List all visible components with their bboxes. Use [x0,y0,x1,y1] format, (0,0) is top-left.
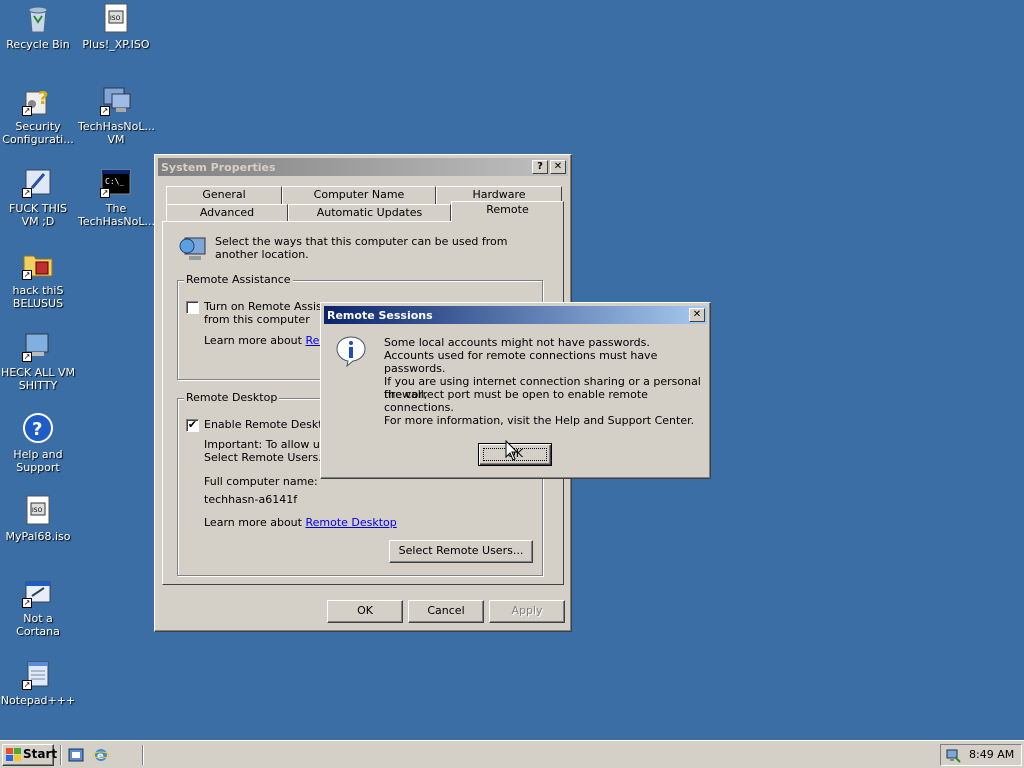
tab-remote[interactable]: Remote [451,201,564,222]
desktop-icon-label: Notepad+++ [0,694,76,707]
system-tray: 8:49 AM [940,744,1022,766]
information-icon [335,335,367,368]
message-line-1: Some local accounts might not have passw… [384,336,650,349]
recycle-bin-icon [22,2,54,34]
dialog-title: Remote Sessions [327,308,433,322]
desktop-icon-label: Help and Support [13,448,63,474]
full-computer-name-label: Full computer name: [204,475,318,488]
network-tray-icon[interactable] [945,747,961,763]
windows-logo-icon [6,748,21,762]
select-remote-users-button[interactable]: Select Remote Users... [389,540,533,563]
svg-text:?: ? [38,88,48,109]
desktop-icon-security-configuration[interactable]: ? ↗ Security Configurati... [0,84,76,146]
quicklaunch-ie-icon[interactable]: e [92,747,110,763]
start-button[interactable]: Start [2,744,58,766]
quicklaunch-desktop-icon[interactable] [68,747,84,763]
computer-icon: ↗ [22,330,54,362]
ok-button[interactable]: OK [327,600,403,623]
taskbar: Start e 8:49 AM [0,740,1024,768]
window-title: System Properties [161,160,276,174]
remote-desktop-label[interactable]: Enable Remote Desktop [204,418,336,431]
message-line-5: For more information, visit the Help and… [384,414,695,427]
desktop-icon-label: The TechHasNoL... [78,202,155,228]
desktop-icon-not-a-cortana[interactable]: ↗ Not a Cortana [0,576,76,638]
clock[interactable]: 8:49 AM [969,748,1014,761]
mouse-cursor-icon [505,439,519,462]
remote-assistance-title: Remote Assistance [184,273,293,286]
remote-computer-icon [177,232,209,264]
message-line-4: the correct port must be open to enable … [384,388,648,414]
help-button[interactable]: ? [532,160,548,174]
desktop-icon-label: TechHasNoL... VM [78,120,155,146]
tab-advanced[interactable]: Advanced [166,204,288,222]
apply-button[interactable]: Apply [489,600,565,623]
svg-text:ISO: ISO [110,15,121,22]
tab-automatic-updates[interactable]: Automatic Updates [288,204,451,222]
taskbar-separator [142,745,144,765]
security-config-icon: ? ↗ [22,88,49,116]
desktop-icon-hack-this[interactable]: ↗ hack thiS BELUSUS [0,248,76,310]
desktop-icon-fuck-this-vm[interactable]: ↗ FUCK THIS VM ;D [0,166,76,228]
full-computer-name-value: techhasn-a6141f [204,493,298,506]
remote-sessions-titlebar[interactable]: Remote Sessions ✕ [324,306,707,324]
desktop-icon-label: MyPal68.iso [5,530,71,543]
help-icon: ? [22,412,54,444]
desktop-icon-label: Security Configurati... [2,120,74,146]
system-properties-titlebar[interactable]: System Properties ? ✕ [158,158,568,176]
computer-icon: ↗ [100,84,132,116]
desktop-icon-label: Recycle Bin [6,38,70,51]
svg-text:C:\_: C:\_ [105,177,124,186]
intro-text: Select the ways that this computer can b… [215,235,508,261]
start-label: Start [23,747,58,761]
close-button[interactable]: ✕ [689,308,705,322]
remote-desktop-learn-more: Learn more about Remote Desktop [204,516,397,529]
notepad-icon: ↗ [22,658,54,690]
desktop-icon-heck-all-vm[interactable]: ↗ HECK ALL VM SHITTY [0,330,76,392]
desktop-icon-label: Not a Cortana [16,612,60,638]
command-prompt-icon: C:\_ ↗ [100,166,132,198]
iso-file-icon: ISO [22,494,54,526]
important-line2: Select Remote Users. [204,451,322,464]
desktop-icon-label: Plus!_XP.ISO [82,38,150,51]
desktop-icon-label: FUCK THIS VM ;D [9,202,67,228]
tab-computer-name[interactable]: Computer Name [282,186,436,204]
close-button[interactable]: ✕ [550,160,566,174]
folder-icon: ↗ [22,248,54,280]
remote-desktop-title: Remote Desktop [184,391,280,404]
desktop-icon-techhasnol-vm[interactable]: ↗ TechHasNoL... VM [78,84,155,146]
desktop-icon-label: HECK ALL VM SHITTY [1,366,75,392]
learn-more-prefix: Learn more about [204,516,302,529]
remote-assistance-checkbox[interactable] [186,301,199,314]
desktop-icon-techhasnol-cmd[interactable]: C:\_ ↗ The TechHasNoL... [78,166,155,228]
shortcut-app-icon: ↗ [22,166,54,198]
remote-desktop-checkbox[interactable]: ✔ [186,419,199,432]
desktop-icon-plus-xp-iso[interactable]: ISO Plus!_XP.ISO [78,2,154,51]
shortcut-app-icon: ↗ [22,576,54,608]
desktop-icon-recycle-bin[interactable]: Recycle Bin [0,2,76,51]
desktop-icon-mypal-iso[interactable]: ISO MyPal68.iso [0,494,76,543]
desktop-icon-label: hack thiS BELUSUS [12,284,64,310]
svg-text:?: ? [32,419,42,440]
desktop-icon-help-support[interactable]: ? Help and Support [0,412,76,474]
iso-file-icon: ISO [100,2,132,34]
learn-more-prefix: Learn more about [204,334,302,347]
svg-text:ISO: ISO [32,507,43,514]
tab-general[interactable]: General [166,186,282,204]
remote-desktop-link[interactable]: Remote Desktop [305,516,396,529]
message-line-2: Accounts used for remote connections mus… [384,349,658,375]
desktop-icon-notepad[interactable]: ↗ Notepad+++ [0,658,76,707]
taskbar-separator [60,745,62,765]
cancel-button[interactable]: Cancel [408,600,484,623]
